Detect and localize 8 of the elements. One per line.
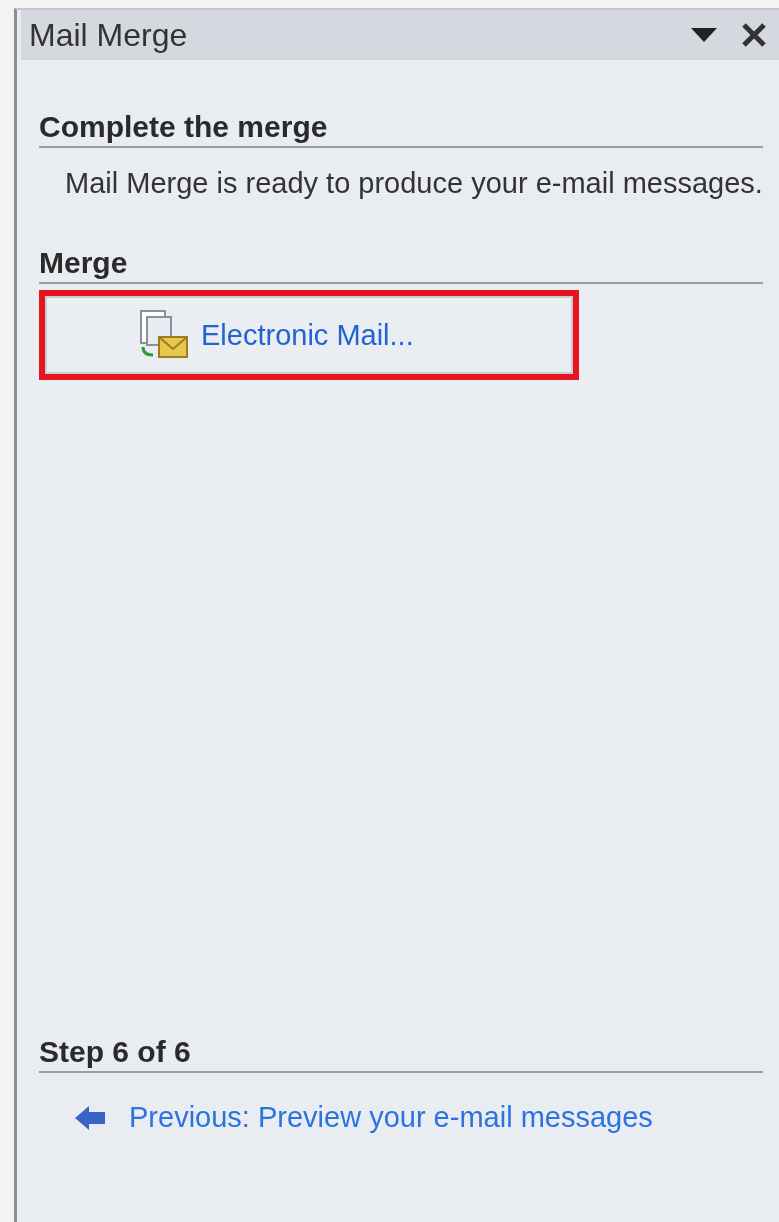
electronic-mail-button[interactable]: Electronic Mail... [39, 290, 579, 380]
section-text: Mail Merge is ready to produce your e-mail messages. [65, 166, 763, 201]
pane-title: Mail Merge [29, 16, 189, 54]
previous-step-link[interactable]: Previous: Preview your e-mail messages [75, 1101, 763, 1134]
left-arrow-icon [75, 1105, 107, 1130]
section-heading: Complete the merge [39, 110, 763, 148]
step-heading: Step 6 of 6 [39, 1035, 763, 1073]
section-heading: Merge [39, 246, 763, 284]
